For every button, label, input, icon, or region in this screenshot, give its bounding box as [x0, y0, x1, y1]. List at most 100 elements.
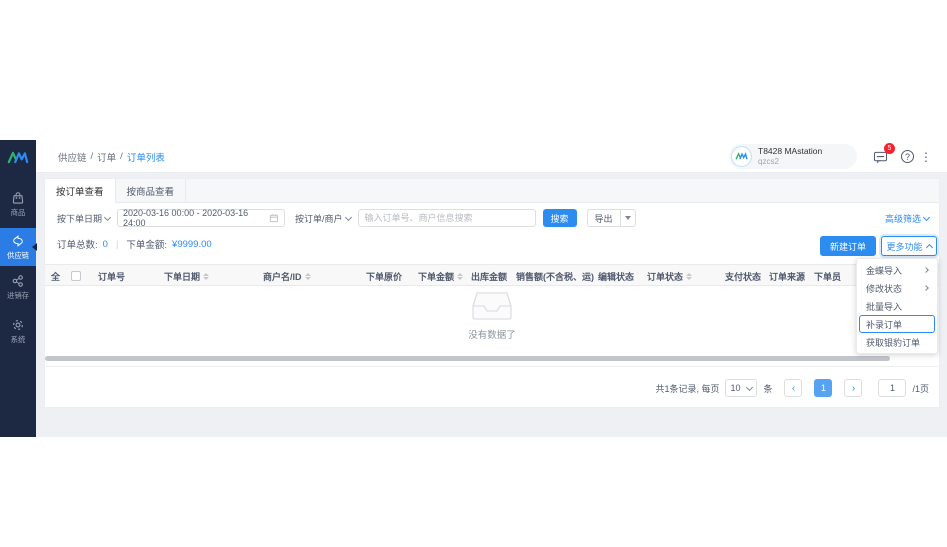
chevron-right-icon: › [852, 383, 855, 394]
sort-icon [457, 273, 463, 280]
breadcrumb-separator: / [91, 151, 94, 162]
order-count-value: 0 [103, 239, 108, 250]
active-notch [32, 243, 37, 251]
export-button[interactable]: 导出 [587, 209, 621, 227]
date-type-dropdown[interactable]: 按下单日期 [57, 212, 110, 225]
empty-tray-icon [471, 291, 513, 321]
tab-by-order[interactable]: 按订单查看 [45, 179, 116, 203]
notifications-button[interactable]: 5 [871, 148, 889, 166]
sidebar-item-label: 商品 [11, 207, 26, 217]
select-all-checkbox-wrap [71, 265, 81, 287]
select-all-label: 全 [51, 265, 60, 287]
sidebar-item-goods[interactable]: 商品 [0, 185, 36, 223]
sidebar-item-system[interactable]: 系统 [0, 312, 36, 350]
app-logo [0, 144, 36, 170]
tab-label: 按商品查看 [127, 184, 175, 198]
advanced-filter-label: 高级筛选 [885, 212, 921, 225]
page-size-select[interactable]: 10 [725, 379, 757, 397]
search-type-dropdown[interactable]: 按订单/商户 [295, 212, 351, 225]
avatar [731, 146, 752, 167]
sidebar-item-inventory[interactable]: 进销存 [0, 268, 36, 306]
breadcrumb-current: 订单列表 [127, 150, 165, 164]
order-list-panel: 按订单查看 按商品查看 按下单日期 2020-03-16 00:00 - 202… [44, 178, 940, 408]
pagination-total-pages: /1页 [912, 382, 929, 395]
chevron-right-icon [923, 267, 929, 273]
sidebar-item-label: 供应链 [7, 250, 29, 260]
sidebar-item-supply-chain[interactable]: 供应链 [0, 228, 36, 266]
help-button[interactable]: ? [901, 150, 914, 163]
chevron-down-icon [923, 213, 930, 220]
chevron-down-icon [344, 213, 351, 220]
stats-divider: | [116, 239, 118, 250]
tab-label: 按订单查看 [56, 184, 104, 198]
chevron-down-icon [104, 213, 111, 220]
chevron-up-icon [925, 243, 932, 250]
search-button-label: 搜索 [551, 212, 569, 225]
advanced-filter-link[interactable]: 高级筛选 [885, 203, 929, 233]
next-page-button[interactable]: › [844, 379, 862, 397]
user-name-block: T8428 MAstation qzcs2 [758, 147, 822, 166]
col-edit-status: 编辑状态 [598, 265, 634, 287]
filter-bar: 按下单日期 2020-03-16 00:00 - 2020-03-16 24:0… [45, 203, 939, 233]
col-merchant[interactable]: 商户名/ID [263, 265, 311, 287]
col-order-status[interactable]: 订单状态 [647, 265, 692, 287]
col-order-amount[interactable]: 下单金额 [418, 265, 463, 287]
supply-chain-icon [11, 234, 25, 248]
export-button-label: 导出 [595, 212, 613, 225]
select-all-checkbox[interactable] [71, 271, 81, 281]
search-input[interactable] [358, 209, 536, 227]
breadcrumb-item[interactable]: 订单 [97, 150, 116, 164]
col-pay-status: 支付状态 [725, 265, 761, 287]
page-size-value: 10 [730, 383, 740, 393]
export-dropdown-button[interactable] [620, 209, 636, 227]
col-order-date[interactable]: 下单日期 [164, 265, 209, 287]
col-order-clerk: 下单员 [814, 265, 841, 287]
chevron-down-icon [746, 383, 753, 390]
menu-item-get-pos-orders[interactable]: 获取银豹订单 [859, 333, 935, 351]
empty-state: 没有数据了 [45, 291, 939, 341]
help-icon: ? [905, 152, 910, 162]
menu-item-modify-status[interactable]: 修改状态 [859, 279, 935, 297]
user-menu[interactable]: T8428 MAstation qzcs2 [729, 144, 857, 169]
breadcrumb: 供应链 / 订单 / 订单列表 [58, 140, 165, 173]
export-button-group: 导出 [587, 209, 636, 227]
tab-by-product[interactable]: 按商品查看 [116, 179, 187, 203]
col-order-source: 订单来源 [769, 265, 805, 287]
notification-badge: 5 [884, 143, 895, 154]
view-tabs: 按订单查看 按商品查看 [45, 179, 939, 203]
more-functions-button[interactable]: 更多功能 [881, 236, 937, 256]
logo-icon [7, 150, 29, 165]
col-outbound-amount: 出库金额 [471, 265, 507, 287]
app-window: 商品 供应链 进销存 [0, 140, 947, 437]
sidebar: 商品 供应链 进销存 [0, 140, 36, 437]
menu-item-kingdee-import[interactable]: 金蝶导入 [859, 261, 935, 279]
user-name: T8428 MAstation [758, 147, 822, 157]
calendar-icon [269, 213, 279, 223]
new-order-button[interactable]: 新建订单 [820, 236, 876, 256]
caret-down-icon [625, 216, 631, 220]
user-subname: qzcs2 [758, 157, 822, 166]
pagination: 共1条记录, 每页 10 条 ‹ 1 › /1页 [655, 369, 929, 407]
screen: 商品 供应链 进销存 [0, 0, 947, 547]
sort-icon [305, 273, 311, 280]
breadcrumb-item[interactable]: 供应链 [58, 150, 87, 164]
pagination-total: 共1条记录, 每页 [655, 382, 719, 395]
prev-page-button[interactable]: ‹ [784, 379, 802, 397]
menu-item-supplement-order[interactable]: 补录订单 [859, 315, 935, 333]
more-functions-menu: 金蝶导入 修改状态 批量导入 补录订单 获取银豹订单 [856, 258, 938, 354]
stats-bar: 订单总数: 0 | 下单金额: ¥9999.00 [45, 233, 939, 255]
gear-icon [11, 318, 25, 332]
order-count-label: 订单总数: [57, 237, 98, 251]
scrollbar-thumb[interactable] [45, 356, 890, 361]
page-1-button[interactable]: 1 [814, 379, 832, 397]
sort-icon [203, 273, 209, 280]
more-functions-label: 更多功能 [886, 240, 922, 253]
more-menu-button[interactable]: ⋮ [917, 148, 935, 166]
page-jump-input[interactable] [878, 379, 906, 397]
kebab-icon: ⋮ [920, 150, 932, 164]
chevron-right-icon [923, 285, 929, 291]
menu-item-batch-import[interactable]: 批量导入 [859, 297, 935, 315]
pagination-unit: 条 [763, 382, 772, 395]
date-range-picker[interactable]: 2020-03-16 00:00 - 2020-03-16 24:00 [117, 209, 285, 227]
search-button[interactable]: 搜索 [543, 209, 577, 227]
